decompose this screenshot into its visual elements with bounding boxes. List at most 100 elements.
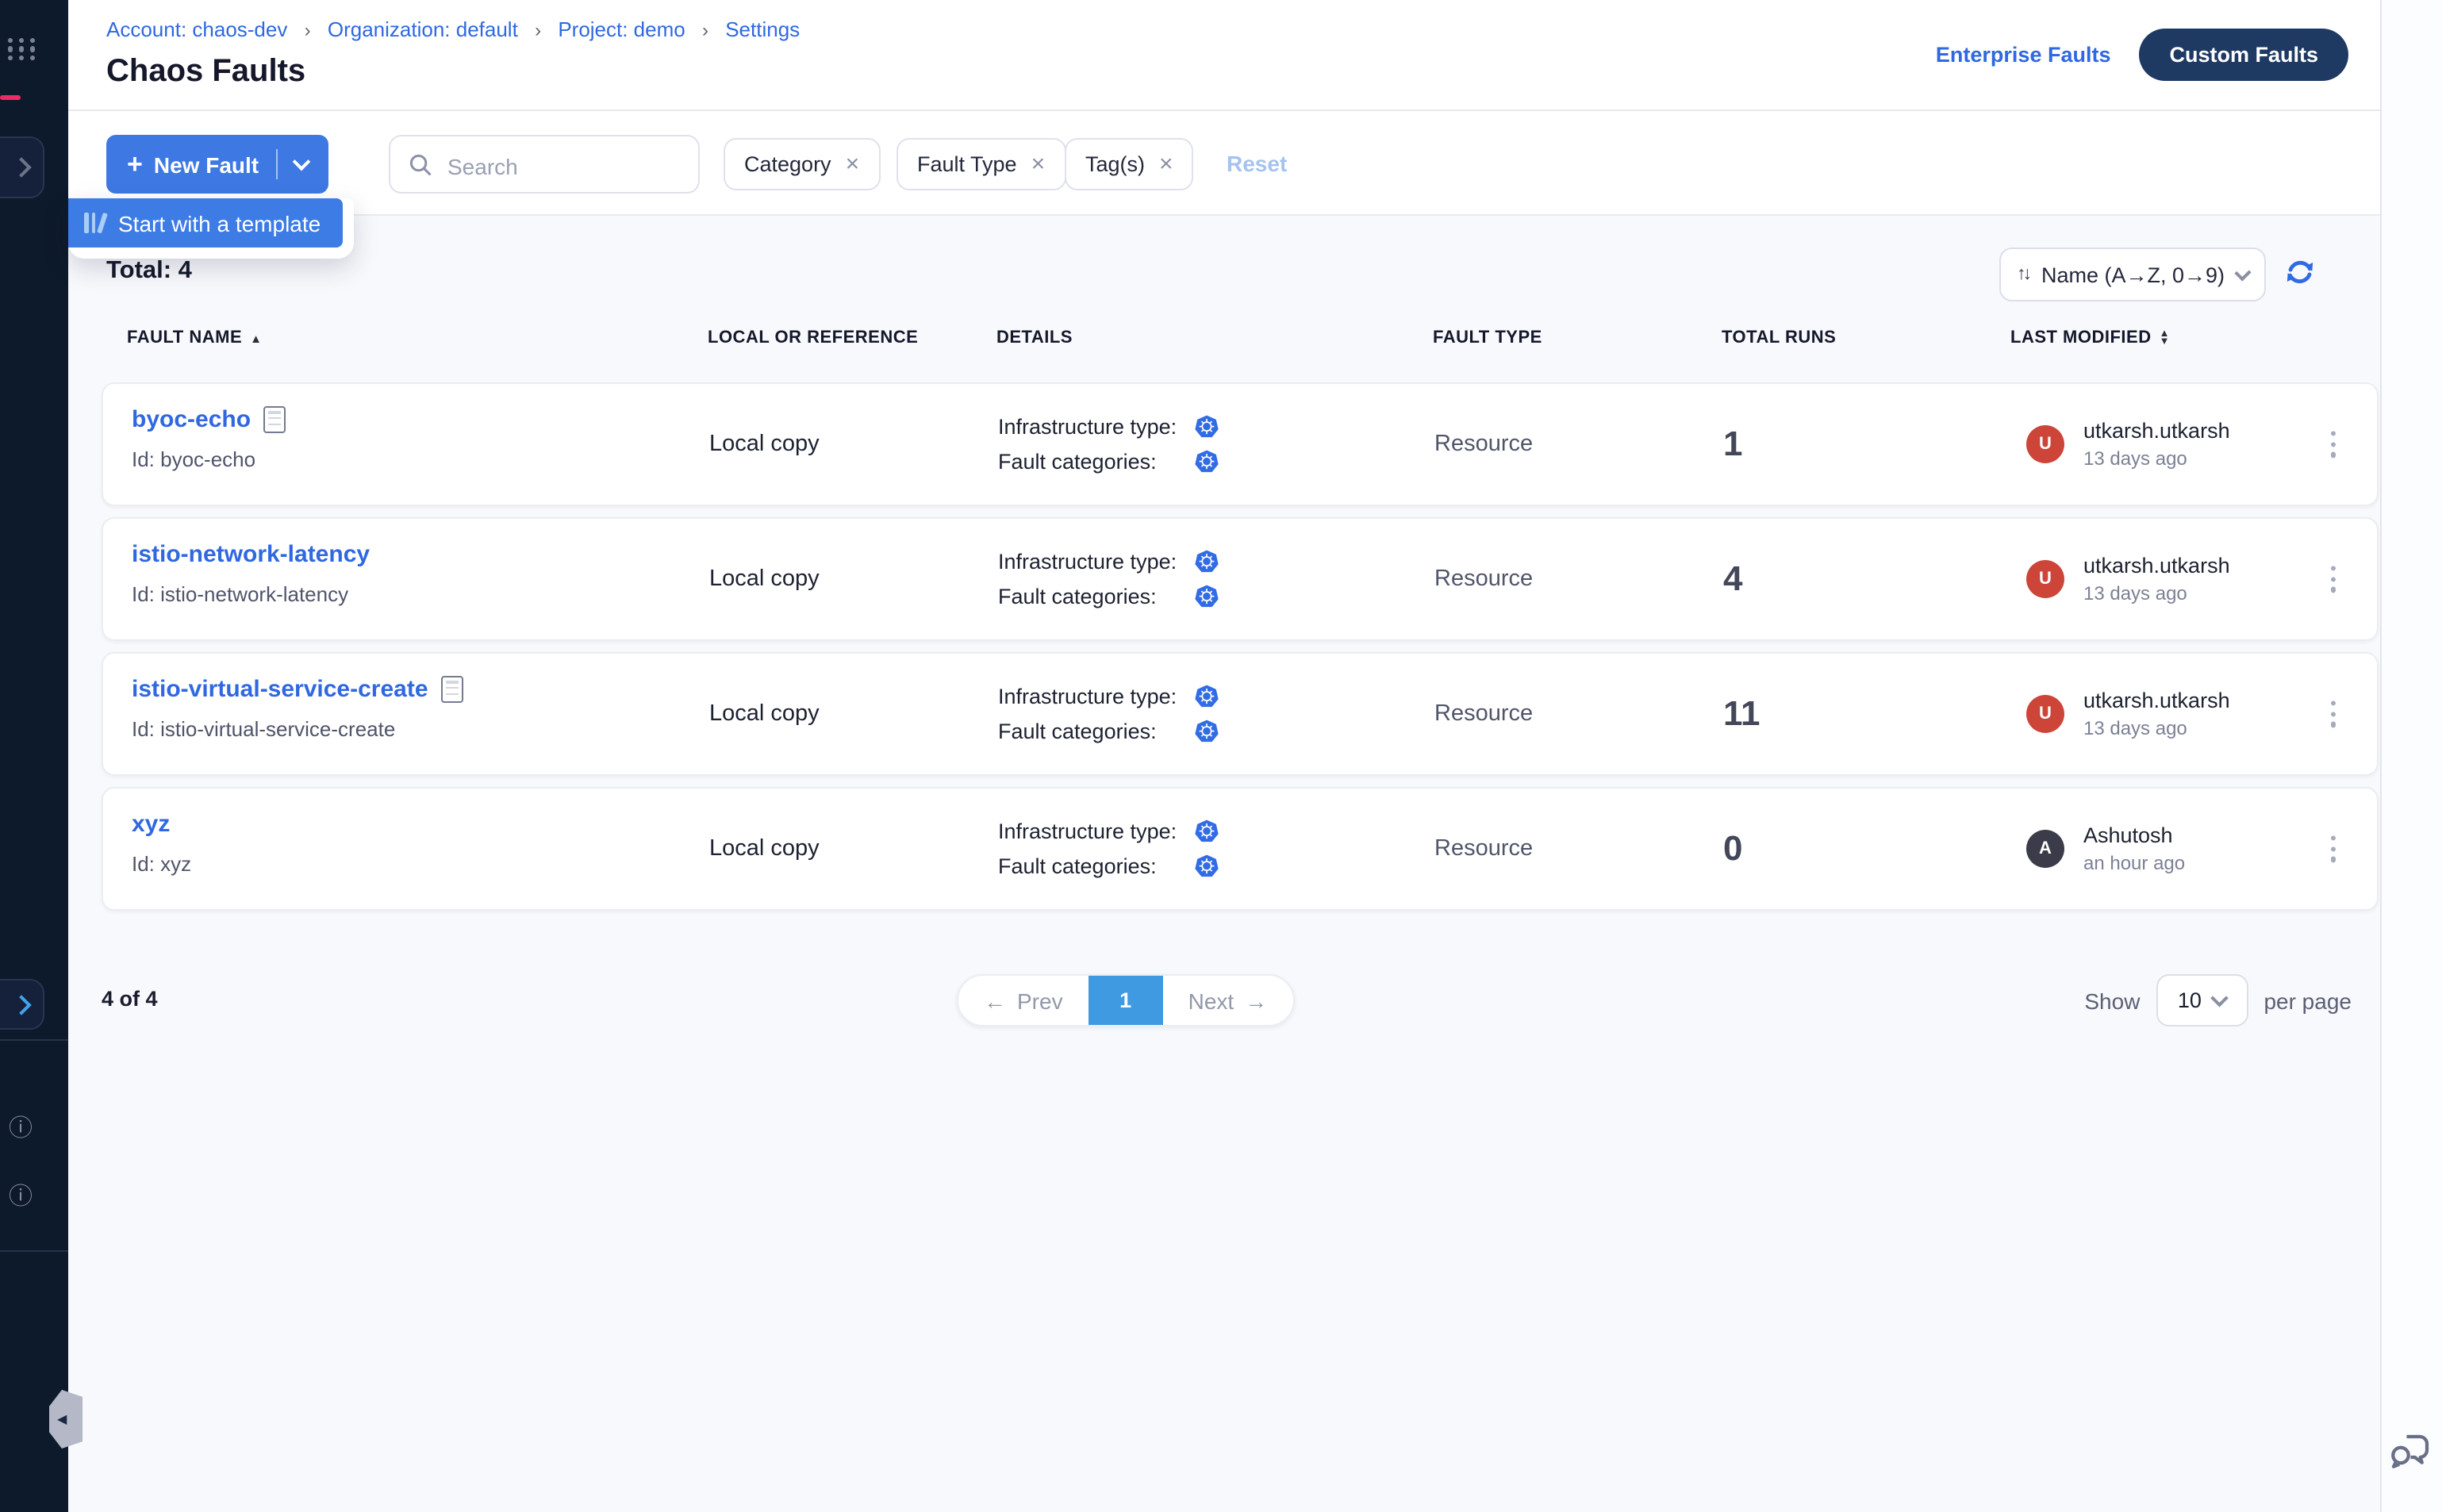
column-header-last-modified[interactable]: LAST MODIFIED ▲▼ bbox=[2010, 328, 2170, 347]
chevron-right-icon bbox=[11, 994, 31, 1014]
breadcrumb-settings-link[interactable]: Settings bbox=[725, 17, 800, 41]
row-menu-button[interactable] bbox=[2325, 559, 2342, 598]
sort-asc-icon: ▲ bbox=[250, 331, 262, 345]
column-header-fault-type: FAULT TYPE bbox=[1433, 328, 1542, 347]
breadcrumb-account-link[interactable]: Account: chaos-dev bbox=[106, 17, 287, 41]
prev-page-button[interactable]: ← Prev bbox=[958, 976, 1089, 1025]
filter-chip-category[interactable]: Category × bbox=[724, 138, 880, 190]
local-or-reference-value: Local copy bbox=[709, 566, 820, 592]
details-cell: Infrastructure type: Fault categories: bbox=[998, 685, 1219, 743]
details-cell: Infrastructure type: Fault categories: bbox=[998, 819, 1219, 878]
avatar: A bbox=[2026, 830, 2064, 868]
total-runs-value: 1 bbox=[1723, 424, 1743, 465]
search-box bbox=[389, 135, 700, 194]
breadcrumb-separator: › bbox=[535, 19, 541, 41]
chevron-down-icon bbox=[2212, 989, 2229, 1006]
details-cell: Infrastructure type: Fault categories: bbox=[998, 415, 1219, 474]
custom-faults-button[interactable]: Custom Faults bbox=[2139, 29, 2348, 81]
local-or-reference-value: Local copy bbox=[709, 836, 820, 862]
search-icon bbox=[408, 152, 433, 178]
kubernetes-icon bbox=[1195, 720, 1219, 743]
kubernetes-icon bbox=[1195, 450, 1219, 474]
modified-by-user: utkarsh.utkarsh bbox=[2083, 554, 2230, 578]
arrow-left-icon: ← bbox=[984, 988, 1006, 1013]
fault-type-value: Resource bbox=[1434, 432, 1533, 457]
fault-id: Id: byoc-echo bbox=[132, 447, 286, 471]
nav-module-button[interactable] bbox=[0, 136, 44, 198]
last-modified-cell: U utkarsh.utkarsh13 days ago bbox=[2026, 689, 2230, 739]
new-fault-dropdown: Start with a template bbox=[68, 198, 354, 259]
info-icon[interactable]: ⓘ bbox=[5, 1182, 36, 1214]
enterprise-faults-link[interactable]: Enterprise Faults bbox=[1936, 43, 2111, 67]
close-icon[interactable]: × bbox=[846, 152, 860, 176]
fault-name-link[interactable]: istio-network-latency bbox=[132, 541, 370, 568]
sidebar-collapse-handle[interactable]: ◀ bbox=[49, 1390, 83, 1449]
column-header-fault-name[interactable]: FAULT NAME▲ bbox=[127, 328, 263, 347]
page-number-button[interactable]: 1 bbox=[1089, 976, 1163, 1025]
kubernetes-icon bbox=[1195, 585, 1219, 608]
next-page-button[interactable]: Next → bbox=[1163, 976, 1293, 1025]
refresh-button[interactable] bbox=[2283, 255, 2317, 289]
total-runs-value: 0 bbox=[1723, 828, 1743, 869]
breadcrumb-separator: › bbox=[702, 19, 708, 41]
breadcrumb-organization-link[interactable]: Organization: default bbox=[328, 17, 518, 41]
sort-arrows-icon: ↑↓ bbox=[2017, 265, 2029, 284]
filter-chip-fault-type[interactable]: Fault Type × bbox=[897, 138, 1065, 190]
table-row[interactable]: byoc-echo Id: byoc-echo Local copy Infra… bbox=[102, 382, 2379, 506]
fault-id: Id: xyz bbox=[132, 852, 191, 876]
close-icon[interactable]: × bbox=[1159, 152, 1173, 176]
new-fault-button[interactable]: + New Fault bbox=[106, 135, 328, 194]
scrollbar-gutter[interactable] bbox=[2380, 0, 2442, 1512]
row-menu-button[interactable] bbox=[2325, 424, 2342, 463]
details-cell: Infrastructure type: Fault categories: bbox=[998, 550, 1219, 608]
column-header-total-runs: TOTAL RUNS bbox=[1722, 328, 1836, 347]
fault-type-value: Resource bbox=[1434, 701, 1533, 727]
kubernetes-icon bbox=[1195, 819, 1219, 843]
brand-accent-line bbox=[0, 95, 21, 99]
kubernetes-icon bbox=[1195, 854, 1219, 878]
per-page-label: per page bbox=[2263, 988, 2352, 1013]
support-chat-icon[interactable] bbox=[2386, 1426, 2434, 1474]
row-menu-button[interactable] bbox=[2325, 694, 2342, 733]
table-row[interactable]: xyz Id: xyz Local copy Infrastructure ty… bbox=[102, 787, 2379, 911]
plus-icon: + bbox=[127, 148, 143, 180]
modified-by-user: utkarsh.utkarsh bbox=[2083, 419, 2230, 443]
chevron-down-icon[interactable] bbox=[293, 153, 311, 171]
fault-name-link[interactable]: byoc-echo bbox=[132, 406, 251, 433]
expand-sidebar-button[interactable] bbox=[0, 979, 44, 1030]
reset-filters-button[interactable]: Reset bbox=[1227, 151, 1287, 176]
fault-name-link[interactable]: xyz bbox=[132, 811, 170, 838]
avatar: U bbox=[2026, 425, 2064, 463]
column-header-details: DETAILS bbox=[996, 328, 1073, 347]
sort-both-icon: ▲▼ bbox=[2160, 330, 2170, 346]
chaos-faults-page: ⓘ ⓘ ◀ Account: chaos-dev › Organization:… bbox=[0, 0, 2442, 1512]
breadcrumb-project-link[interactable]: Project: demo bbox=[558, 17, 685, 41]
last-modified-cell: A Ashutoshan hour ago bbox=[2026, 823, 2185, 874]
page-size-select[interactable]: 10 bbox=[2156, 974, 2248, 1027]
show-label: Show bbox=[2084, 988, 2140, 1013]
close-icon[interactable]: × bbox=[1031, 152, 1046, 176]
row-menu-button[interactable] bbox=[2325, 829, 2342, 868]
total-runs-value: 11 bbox=[1723, 693, 1760, 735]
start-with-template-menu-item[interactable]: Start with a template bbox=[68, 198, 343, 248]
sort-select[interactable]: ↑↓ Name (A→Z, 0→9) bbox=[1999, 248, 2266, 301]
breadcrumb: Account: chaos-dev › Organization: defau… bbox=[106, 17, 800, 41]
pagination: ← Prev 1 Next → bbox=[957, 974, 1294, 1027]
fault-id: Id: istio-network-latency bbox=[132, 582, 370, 606]
fault-type-value: Resource bbox=[1434, 836, 1533, 862]
breadcrumb-separator: › bbox=[305, 19, 311, 41]
last-modified-cell: U utkarsh.utkarsh13 days ago bbox=[2026, 554, 2230, 604]
info-icon[interactable]: ⓘ bbox=[5, 1114, 36, 1146]
table-row[interactable]: istio-virtual-service-create Id: istio-v… bbox=[102, 652, 2379, 776]
modified-time: 13 days ago bbox=[2083, 447, 2230, 470]
last-modified-cell: U utkarsh.utkarsh 13 days ago bbox=[2026, 419, 2230, 470]
kubernetes-icon bbox=[1195, 415, 1219, 439]
fault-name-link[interactable]: istio-virtual-service-create bbox=[132, 676, 428, 703]
kubernetes-icon bbox=[1195, 685, 1219, 708]
app-grid-icon[interactable] bbox=[8, 38, 38, 60]
local-or-reference-value: Local copy bbox=[709, 701, 820, 727]
table-row[interactable]: istio-network-latency Id: istio-network-… bbox=[102, 517, 2379, 641]
avatar: U bbox=[2026, 695, 2064, 733]
search-input[interactable] bbox=[444, 136, 689, 195]
filter-chip-tags[interactable]: Tag(s) × bbox=[1065, 138, 1194, 190]
